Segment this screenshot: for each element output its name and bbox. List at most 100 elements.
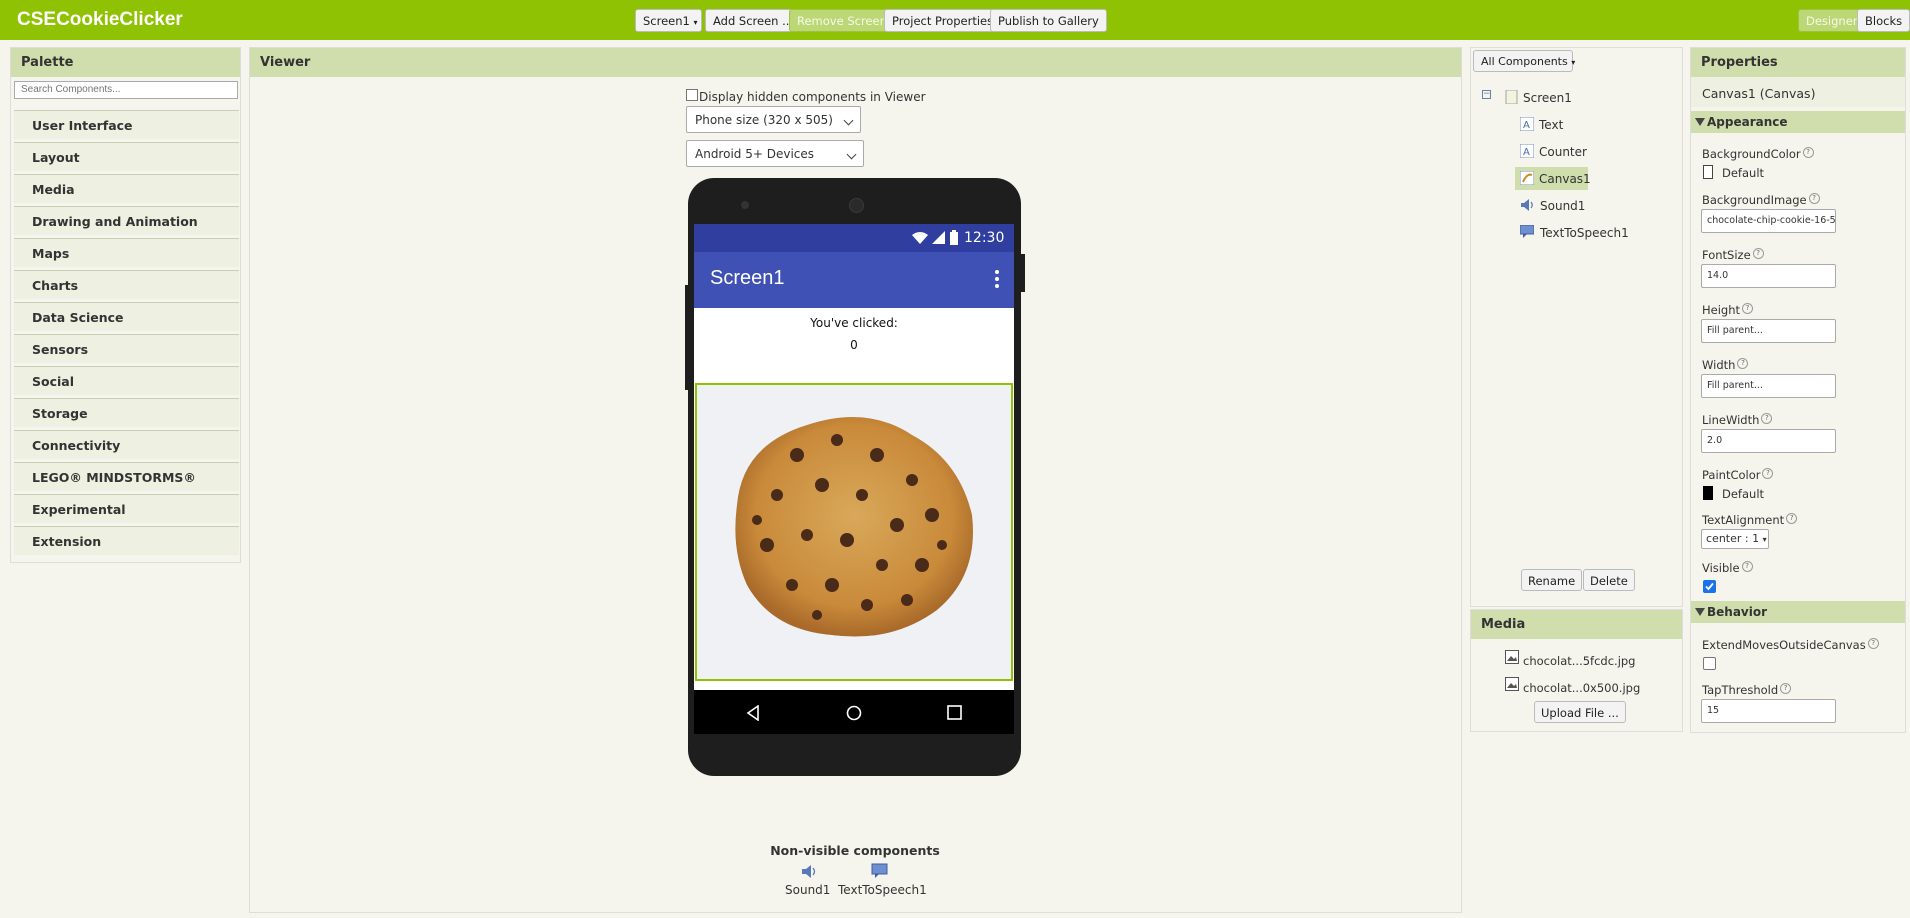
help-icon[interactable]: ? (1762, 468, 1774, 479)
palette-category-media[interactable]: Media (14, 174, 239, 203)
palette-category-social[interactable]: Social (14, 366, 239, 395)
tree-label-text: Text (1539, 118, 1564, 132)
prop-paint-color-label: PaintColor? (1702, 468, 1774, 482)
designer-button[interactable]: Designer (1798, 9, 1866, 32)
upload-file-button[interactable]: Upload File ... (1534, 701, 1626, 723)
back-icon (746, 705, 759, 721)
collapse-icon[interactable]: − (1482, 90, 1491, 99)
chevron-down-icon (843, 115, 854, 126)
palette-category-storage[interactable]: Storage (14, 398, 239, 427)
nonvisible-tts1[interactable]: TextToSpeech1 (838, 883, 927, 897)
visible-checkbox[interactable] (1703, 580, 1716, 593)
prop-tap-threshold-label: TapThreshold? (1702, 683, 1792, 697)
help-icon[interactable]: ? (1741, 561, 1753, 572)
rename-button[interactable]: Rename (1521, 569, 1583, 591)
palette-search-input[interactable] (14, 81, 238, 99)
prop-tap-threshold-text: TapThreshold (1702, 683, 1779, 697)
paint-color-value[interactable]: Default (1722, 487, 1764, 501)
palette-category-lego-mindstorms[interactable]: LEGO® MINDSTORMS® (14, 462, 239, 491)
media-file-1[interactable]: chocolat...5fcdc.jpg (1523, 654, 1635, 668)
extend-moves-checkbox[interactable] (1703, 657, 1716, 670)
hidden-components-checkbox[interactable] (686, 89, 698, 101)
media-file-2[interactable]: chocolat...0x500.jpg (1523, 681, 1640, 695)
screen-icon (1505, 90, 1518, 104)
prop-extend-label: ExtendMovesOutsideCanvas? (1702, 638, 1879, 652)
tree-item-tts1[interactable]: TextToSpeech1 (1520, 223, 1629, 243)
palette-category-maps[interactable]: Maps (14, 238, 239, 267)
screen-select-button[interactable]: Screen1 ▾ (635, 9, 702, 32)
project-properties-button[interactable]: Project Properties (884, 9, 1002, 32)
device-value: Android 5+ Devices (695, 147, 815, 161)
behavior-section[interactable]: Behavior (1691, 601, 1905, 623)
tree-item-screen1[interactable]: Screen1 (1505, 88, 1572, 108)
help-icon[interactable]: ? (1742, 303, 1754, 314)
home-icon (846, 705, 862, 721)
top-bar: CSECookieClicker Screen1 ▾ Add Screen ..… (0, 0, 1910, 40)
help-icon[interactable]: ? (1802, 147, 1814, 158)
tree-item-sound1[interactable]: Sound1 (1520, 196, 1585, 216)
prop-background-color-text: BackgroundColor (1702, 147, 1801, 161)
tree-item-text[interactable]: A Text (1520, 115, 1563, 135)
remove-screen-button[interactable]: Remove Screen (789, 9, 895, 32)
tree-label-counter: Counter (1539, 145, 1587, 159)
tree-item-canvas1[interactable]: Canvas1 (1520, 169, 1591, 189)
tap-threshold-field[interactable]: 15 (1701, 699, 1836, 723)
help-icon[interactable]: ? (1808, 193, 1820, 204)
prop-line-width-text: LineWidth (1702, 413, 1760, 427)
prop-visible-text: Visible (1702, 561, 1740, 575)
tree-item-counter[interactable]: A Counter (1520, 142, 1587, 162)
phone-volume-button (685, 285, 689, 390)
add-screen-button[interactable]: Add Screen ... (705, 9, 802, 32)
palette-panel: Palette User Interface Layout Media Drawing… (10, 47, 241, 563)
canvas1[interactable] (695, 383, 1013, 681)
publish-gallery-button[interactable]: Publish to Gallery (990, 9, 1107, 32)
text-alignment-select[interactable]: center : 1 ▾ (1701, 529, 1769, 549)
help-icon[interactable]: ? (1786, 513, 1798, 524)
prop-background-color-label: BackgroundColor? (1702, 147, 1814, 161)
help-icon[interactable]: ? (1761, 413, 1773, 424)
blocks-button[interactable]: Blocks (1857, 9, 1910, 32)
help-icon[interactable]: ? (1752, 248, 1764, 259)
dropdown-caret-icon: ▾ (1762, 535, 1767, 544)
delete-button[interactable]: Delete (1583, 569, 1635, 591)
device-select[interactable]: Android 5+ Devices (686, 140, 864, 167)
chevron-down-icon (846, 149, 857, 160)
palette-category-drawing-and-animation[interactable]: Drawing and Animation (14, 206, 239, 235)
phone-size-select[interactable]: Phone size (320 x 505) (686, 106, 861, 133)
background-color-swatch[interactable] (1703, 165, 1713, 179)
font-size-field[interactable]: 14.0 (1701, 264, 1836, 288)
palette-category-connectivity[interactable]: Connectivity (14, 430, 239, 459)
palette-category-charts[interactable]: Charts (14, 270, 239, 299)
height-field[interactable]: Fill parent... (1701, 319, 1836, 343)
text-to-speech-icon (871, 863, 888, 878)
prop-extend-text: ExtendMovesOutsideCanvas (1702, 638, 1866, 652)
nonvisible-sound1[interactable]: Sound1 (785, 883, 830, 897)
viewer-title: Viewer (250, 48, 1461, 77)
line-width-field[interactable]: 2.0 (1701, 429, 1836, 453)
tree-label-sound1: Sound1 (1540, 199, 1586, 213)
checkmark-icon (1705, 582, 1714, 591)
background-image-field[interactable]: chocolate-chip-cookie-16-56 (1701, 209, 1836, 233)
palette-category-layout[interactable]: Layout (14, 142, 239, 171)
help-icon[interactable]: ? (1780, 683, 1792, 694)
wifi-icon (912, 232, 928, 244)
palette-category-experimental[interactable]: Experimental (14, 494, 239, 523)
palette-category-extension[interactable]: Extension (14, 526, 239, 555)
clicked-label: You've clicked: (810, 316, 898, 330)
palette-category-data-science[interactable]: Data Science (14, 302, 239, 331)
background-color-value[interactable]: Default (1722, 166, 1764, 180)
phone-screen: 12:30 Screen1 You've clicked: 0 (694, 224, 1014, 730)
appearance-label: Appearance (1707, 115, 1788, 129)
width-field[interactable]: Fill parent... (1701, 374, 1836, 398)
paint-color-swatch[interactable] (1703, 486, 1713, 500)
palette-title: Palette (11, 48, 240, 77)
palette-category-user-interface[interactable]: User Interface (14, 110, 239, 139)
prop-height-text: Height (1702, 303, 1741, 317)
components-filter-select[interactable]: All Components ▾ (1473, 50, 1575, 72)
help-icon[interactable]: ? (1867, 638, 1879, 649)
image-file-icon (1505, 677, 1519, 691)
appearance-section[interactable]: Appearance (1691, 111, 1905, 133)
palette-category-sensors[interactable]: Sensors (14, 334, 239, 363)
help-icon[interactable]: ? (1737, 358, 1749, 369)
battery-icon (950, 230, 958, 245)
